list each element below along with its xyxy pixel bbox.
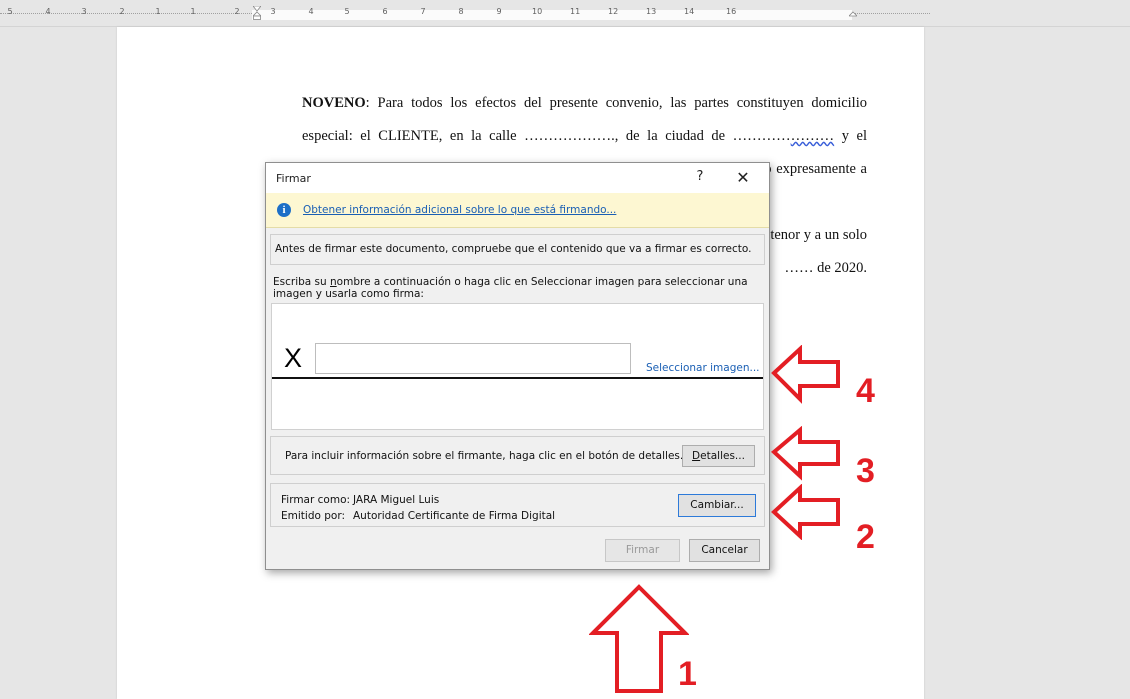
clause-text: especial: el CLIENTE, en la calle …………………	[302, 128, 791, 144]
clause-text: y el	[834, 128, 867, 144]
details-button[interactable]: Detalles...	[682, 445, 755, 467]
verify-text: Antes de firmar este documento, comprueb…	[275, 243, 752, 255]
instruction-accesskey: n	[330, 276, 337, 288]
ruler-tick-label: 9	[496, 7, 502, 16]
spellcheck-squiggle: ………	[790, 128, 835, 144]
signature-line	[272, 377, 763, 379]
annotation-number-1: 1	[678, 655, 697, 693]
ruler-tick-label: 1	[190, 7, 196, 16]
close-icon[interactable]: ✕	[732, 168, 754, 188]
arrow-left-icon	[771, 345, 840, 404]
instruction-text: ombre a continuación o haga clic en Sele…	[273, 276, 748, 300]
more-info-link[interactable]: Obtener información adicional sobre lo q…	[303, 204, 616, 216]
change-certificate-button[interactable]: Cambiar...	[678, 494, 756, 517]
select-image-link[interactable]: Seleccionar imagen...	[646, 362, 760, 374]
ruler-tick-label: 14	[684, 7, 695, 16]
sign-as-label: Firmar como:	[281, 494, 351, 506]
signer-details-panel: Para incluir información sobre el firman…	[270, 436, 765, 475]
arrow-up-icon	[589, 584, 689, 693]
clause-heading: NOVENO	[302, 95, 366, 111]
dialog-title-bar[interactable]: Firmar ? ✕	[266, 163, 769, 193]
ruler-tick-label: 3	[270, 7, 276, 16]
ruler-tick-label: 5	[7, 7, 13, 16]
help-icon[interactable]: ?	[692, 169, 708, 187]
ruler-tick-label: 12	[608, 7, 619, 16]
instruction-text: Escriba su	[273, 276, 331, 288]
ruler-tick-label: 7	[420, 7, 426, 16]
issued-by-label: Emitido por:	[281, 510, 345, 522]
right-indent-marker[interactable]	[849, 6, 857, 20]
ruler-tick-label: 2	[119, 7, 125, 16]
horizontal-ruler: 5 4 3 2 1 1 2 3 4 5 6 7 8 9 10 11 12 13 14 16	[0, 0, 1130, 27]
ruler-tick-label: 4	[45, 7, 51, 16]
details-text: Para incluir información sobre el firman…	[285, 450, 684, 462]
ruler-tick-label: 6	[382, 7, 388, 16]
sign-dialog: Firmar ? ✕ i Obtener información adicion…	[265, 162, 770, 570]
signature-x-mark: X	[284, 343, 303, 373]
issued-by-row: Emitido por: Autoridad Certificante de Fi…	[281, 510, 555, 522]
left-indent-marker[interactable]	[253, 6, 261, 20]
certificate-panel: Firmar como: JARA Miguel Luis Emitido por…	[270, 483, 765, 527]
annotation-number-4: 4	[856, 372, 875, 410]
document-line: NOVENO: Para todos los efectos del prese…	[302, 87, 867, 120]
verify-panel: Antes de firmar este documento, comprueb…	[270, 234, 765, 265]
info-icon: i	[277, 203, 291, 217]
signature-area: X Seleccionar imagen...	[271, 303, 764, 430]
details-button-label: etalles...	[700, 450, 745, 462]
clause-text: : Para todos los efectos del presente co…	[365, 95, 867, 111]
document-line: especial: el CLIENTE, en la calle …………………	[302, 120, 867, 153]
sign-as-value: JARA Miguel Luis	[353, 494, 440, 506]
ruler-tick-label: 1	[155, 7, 161, 16]
cancel-button[interactable]: Cancelar	[689, 539, 760, 562]
ruler-tick-label: 13	[646, 7, 657, 16]
ruler-tick-label: 3	[81, 7, 87, 16]
ruler-marks: 5 4 3 2 1 1 2 3 4 5 6 7 8 9 10 11 12 13 14 16	[0, 7, 930, 19]
ruler-tick-label: 16	[726, 7, 737, 16]
dialog-title: Firmar	[276, 172, 311, 185]
issued-by-value: Autoridad Certificante de Firma Digital	[353, 510, 556, 522]
annotation-number-2: 2	[856, 518, 875, 556]
arrow-left-icon	[771, 484, 840, 540]
ruler-tick-label: 8	[458, 7, 464, 16]
arrow-left-icon	[770, 426, 840, 481]
info-bar: i Obtener información adicional sobre lo…	[266, 193, 769, 228]
ruler-tick-label: 10	[532, 7, 543, 16]
ruler-tick-label: 4	[308, 7, 314, 16]
ruler-tick-label: 5	[344, 7, 350, 16]
ruler-tick-label: 11	[570, 7, 581, 16]
sign-as-row: Firmar como: JARA Miguel Luis	[281, 494, 439, 506]
signature-name-input[interactable]	[315, 343, 631, 374]
sign-button[interactable]: Firmar	[605, 539, 680, 562]
signature-instruction: Escriba su nombre a continuación o haga …	[273, 276, 753, 300]
ruler-tick-label: 2	[234, 7, 240, 16]
annotation-number-3: 3	[856, 452, 875, 490]
